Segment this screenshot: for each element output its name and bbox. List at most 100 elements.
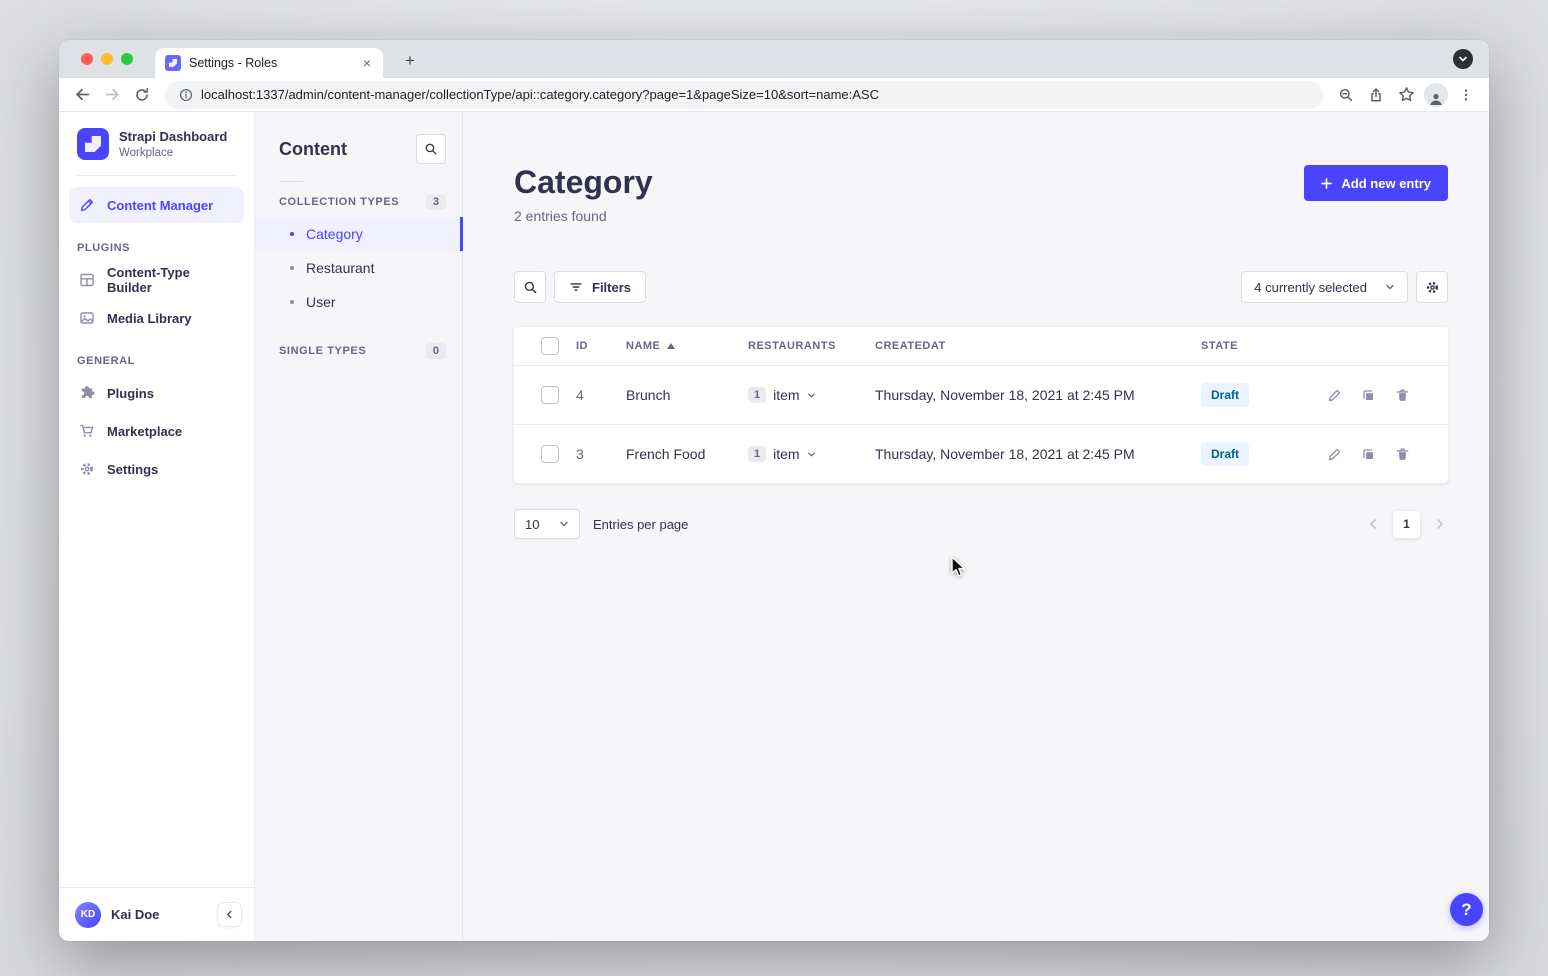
close-tab-icon[interactable]: ×: [359, 55, 375, 71]
collection-types-label: COLLECTION TYPES: [279, 196, 399, 208]
duplicate-icon: [1361, 447, 1376, 462]
column-header-state[interactable]: STATE: [1191, 340, 1313, 352]
select-all-checkbox[interactable]: [541, 337, 559, 355]
column-header-createdat[interactable]: CREATEDAT: [865, 340, 1191, 352]
row-checkbox[interactable]: [541, 386, 559, 404]
search-icon: [523, 280, 538, 295]
cell-id: 3: [566, 446, 616, 462]
delete-button[interactable]: [1395, 388, 1410, 403]
subnav-item-label: Category: [306, 226, 363, 242]
new-tab-button[interactable]: +: [397, 48, 423, 74]
share-icon[interactable]: [1363, 82, 1389, 108]
browser-profile-avatar[interactable]: [1423, 82, 1449, 108]
back-icon[interactable]: [69, 82, 95, 108]
edit-button[interactable]: [1327, 388, 1342, 403]
general-section-label: GENERAL: [59, 355, 254, 367]
chevron-down-icon[interactable]: [807, 450, 816, 459]
table-settings-button[interactable]: [1416, 271, 1448, 303]
add-new-entry-button[interactable]: Add new entry: [1304, 165, 1448, 201]
sidebar-item-marketplace[interactable]: Marketplace: [69, 413, 244, 449]
reload-icon[interactable]: [129, 82, 155, 108]
chevron-down-icon: [559, 519, 569, 529]
pencil-icon: [1327, 388, 1342, 403]
entries-per-page-label: Entries per page: [593, 517, 688, 532]
browser-tab-bar: Settings - Roles × +: [59, 40, 1489, 78]
sidebar-item-media-library[interactable]: Media Library: [69, 300, 244, 336]
strapi-app: Strapi Dashboard Workplace Content Manag…: [59, 112, 1489, 941]
trash-icon: [1395, 447, 1410, 462]
cell-restaurants[interactable]: 1 item: [738, 446, 865, 462]
page-number-current[interactable]: 1: [1393, 511, 1420, 538]
sidebar-item-plugins[interactable]: Plugins: [69, 375, 244, 411]
filters-button[interactable]: Filters: [554, 271, 646, 303]
edit-button[interactable]: [1327, 447, 1342, 462]
sidebar-item-content-type-builder[interactable]: Content-Type Builder: [69, 262, 244, 298]
columns-selected-dropdown[interactable]: 4 currently selected: [1241, 271, 1408, 303]
chevron-down-icon[interactable]: [807, 391, 816, 400]
sidebar-item-label: Media Library: [107, 311, 192, 326]
sort-ascending-icon: [667, 343, 675, 349]
forward-icon[interactable]: [99, 82, 125, 108]
table-row[interactable]: 4 Brunch 1 item Thursday, November 18, 2…: [514, 365, 1448, 424]
zoom-indicator-icon[interactable]: [1333, 82, 1359, 108]
search-button[interactable]: [416, 134, 446, 164]
cart-icon: [79, 423, 95, 439]
sidebar-item-content-manager[interactable]: Content Manager: [69, 187, 244, 223]
duplicate-icon: [1361, 388, 1376, 403]
subnav-item-label: Restaurant: [306, 260, 374, 276]
workspace-name: Workplace: [119, 147, 227, 159]
entries-table: ID NAME RESTAURANTS CREATEDAT STATE 4: [514, 327, 1448, 483]
bullet-icon: [290, 300, 294, 304]
column-header-name[interactable]: NAME: [616, 340, 738, 352]
column-header-restaurants[interactable]: RESTAURANTS: [738, 340, 865, 352]
subnav-item-restaurant[interactable]: Restaurant: [255, 251, 462, 285]
sidebar-item-label: Plugins: [107, 386, 154, 401]
subnav-item-label: User: [306, 294, 336, 310]
bullet-icon: [290, 232, 294, 236]
browser-toolbar: localhost:1337/admin/content-manager/col…: [59, 78, 1489, 112]
avatar: KD: [75, 902, 101, 928]
status-badge: Draft: [1201, 383, 1249, 407]
single-types-label: SINGLE TYPES: [279, 345, 366, 357]
browser-tab[interactable]: Settings - Roles ×: [155, 48, 383, 78]
next-page-button[interactable]: [1432, 518, 1448, 530]
window-controls: [81, 53, 133, 65]
collapse-sidebar-button[interactable]: [217, 902, 242, 927]
subnav-item-user[interactable]: User: [255, 285, 462, 319]
gear-icon: [1425, 280, 1440, 295]
trash-icon: [1395, 388, 1410, 403]
duplicate-button[interactable]: [1361, 388, 1376, 403]
help-button[interactable]: ?: [1450, 893, 1483, 926]
table-row[interactable]: 3 French Food 1 item Thursday, November …: [514, 424, 1448, 483]
subnav-item-category[interactable]: Category: [255, 217, 462, 251]
image-icon: [79, 310, 95, 326]
sidebar-item-label: Content-Type Builder: [107, 265, 234, 295]
address-bar[interactable]: localhost:1337/admin/content-manager/col…: [165, 81, 1323, 109]
user-profile-row[interactable]: KD Kai Doe: [59, 887, 254, 941]
cell-name: French Food: [616, 446, 738, 462]
page-size-dropdown[interactable]: 10: [514, 509, 580, 539]
browser-profile-chevron-icon[interactable]: [1453, 49, 1473, 69]
bookmark-star-icon[interactable]: [1393, 82, 1419, 108]
close-window-button[interactable]: [81, 53, 93, 65]
entries-count: 2 entries found: [514, 208, 653, 224]
sidebar-item-settings[interactable]: Settings: [69, 451, 244, 487]
row-checkbox[interactable]: [541, 445, 559, 463]
chevron-down-icon: [1385, 282, 1395, 292]
delete-button[interactable]: [1395, 447, 1410, 462]
cell-createdat: Thursday, November 18, 2021 at 2:45 PM: [865, 387, 1191, 403]
browser-window: Settings - Roles × + localhost:1337/admi…: [59, 40, 1489, 941]
main-content: Category 2 entries found Add new entry F…: [463, 112, 1489, 941]
sidebar-item-label: Content Manager: [107, 198, 213, 213]
user-name: Kai Doe: [111, 907, 159, 922]
column-header-id[interactable]: ID: [566, 340, 616, 352]
workspace-header[interactable]: Strapi Dashboard Workplace: [59, 112, 254, 173]
collection-types-count-badge: 3: [426, 194, 446, 210]
browser-menu-icon[interactable]: [1453, 82, 1479, 108]
cell-restaurants[interactable]: 1 item: [738, 387, 865, 403]
table-search-button[interactable]: [514, 271, 546, 303]
previous-page-button[interactable]: [1365, 518, 1381, 530]
minimize-window-button[interactable]: [101, 53, 113, 65]
maximize-window-button[interactable]: [121, 53, 133, 65]
duplicate-button[interactable]: [1361, 447, 1376, 462]
